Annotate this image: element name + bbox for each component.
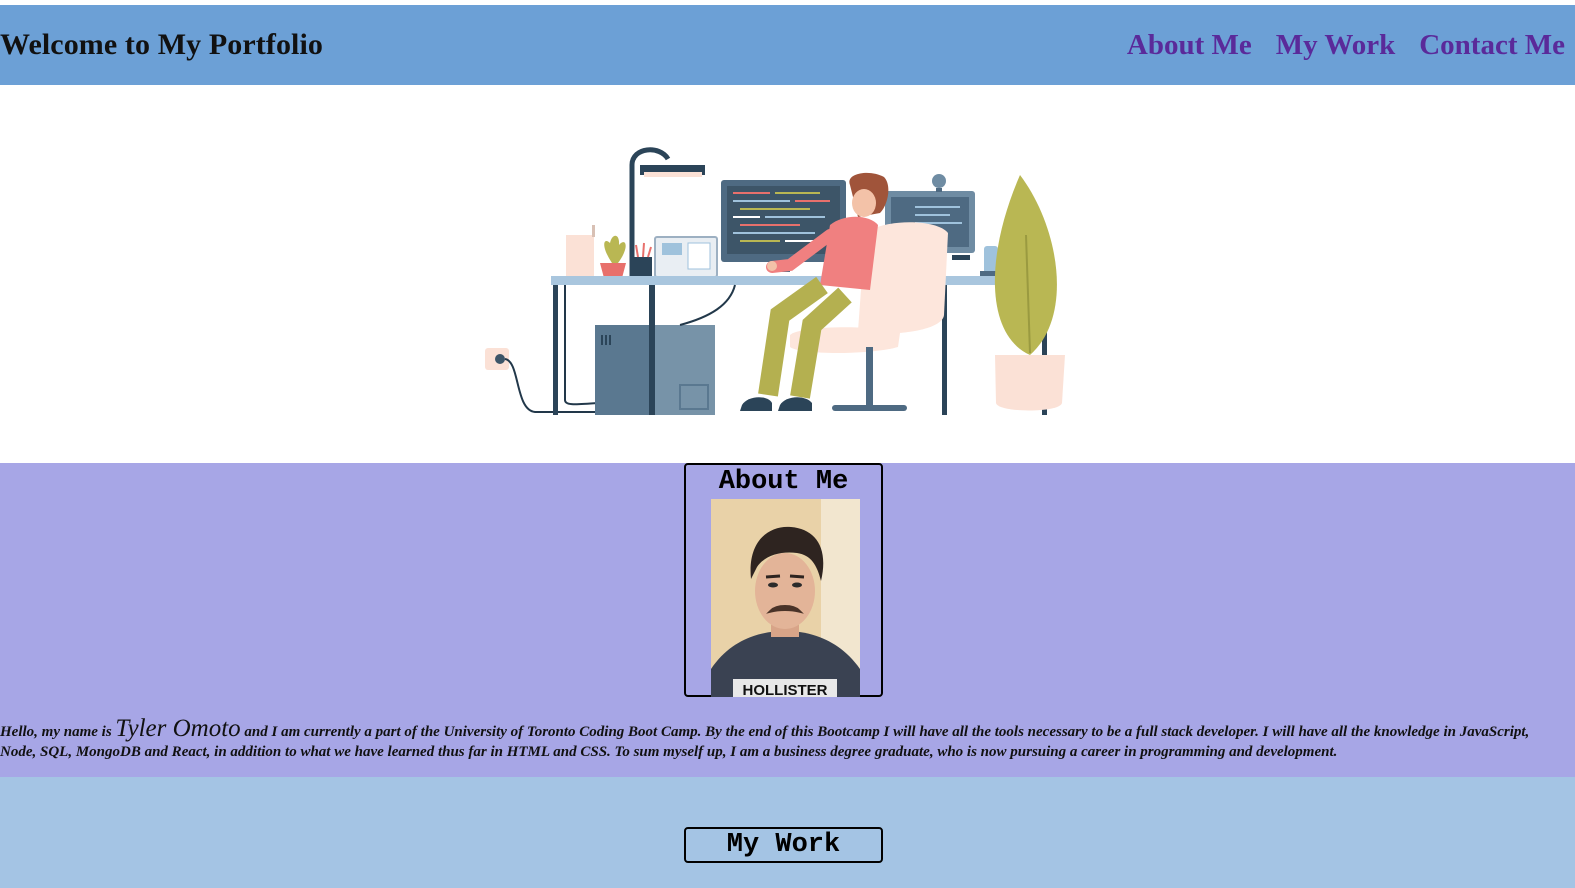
profile-photo: HOLLISTER (711, 499, 860, 697)
bio-text: Hello, my name is Tyler Omoto and I am c… (0, 716, 1565, 762)
bio-name: Tyler Omoto (115, 715, 241, 742)
about-section: About Me HOLLISTER Hello, my name is Tyl… (0, 463, 1575, 777)
shirt-logo-text: HOLLISTER (743, 682, 828, 697)
work-heading: My Work (726, 830, 841, 860)
bio-prefix: Hello, my name is (0, 724, 112, 740)
nav-link-work[interactable]: My Work (1276, 29, 1396, 62)
work-card: My Work (684, 827, 883, 863)
about-card: About Me HOLLISTER (684, 463, 883, 697)
about-heading: About Me (718, 467, 849, 497)
developer-illustration (485, 147, 1065, 415)
site-title: Welcome to My Portfolio (0, 28, 324, 61)
main-nav: About Me My Work Contact Me (1127, 29, 1575, 62)
nav-link-about[interactable]: About Me (1127, 29, 1252, 62)
hero-section (0, 85, 1575, 463)
work-section: My Work (0, 777, 1575, 888)
nav-link-contact[interactable]: Contact Me (1419, 29, 1565, 62)
site-header: Welcome to My Portfolio About Me My Work… (0, 5, 1575, 85)
